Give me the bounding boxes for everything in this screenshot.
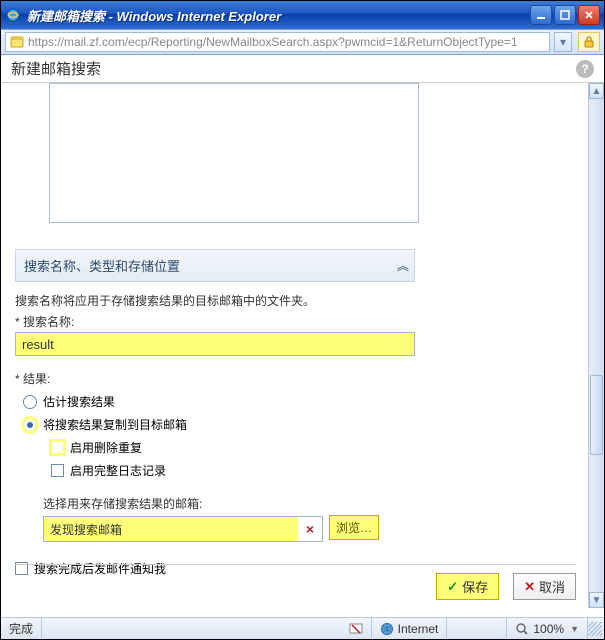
close-button[interactable]	[578, 5, 600, 25]
radio-estimate[interactable]	[23, 395, 37, 409]
checkbox-fulllog-label: 启用完整日志记录	[70, 462, 166, 479]
cross-icon: ✕	[524, 579, 535, 595]
checkbox-fulllog[interactable]	[51, 464, 64, 477]
collapse-icon: ︽	[397, 257, 406, 274]
radio-copy-label: 将搜索结果复制到目标邮箱	[43, 416, 187, 433]
target-mailbox-input[interactable]: 发现搜索邮箱 ×	[43, 516, 323, 542]
checkbox-dedup[interactable]	[51, 441, 64, 454]
site-favicon	[10, 35, 24, 49]
page-title: 新建邮箱搜索	[11, 58, 101, 79]
url-dropdown[interactable]: ▾	[554, 32, 572, 52]
window-titlebar: 新建邮箱搜索 - Windows Internet Explorer	[1, 1, 604, 29]
url-input[interactable]: https://mail.zf.com/ecp/Reporting/NewMai…	[5, 32, 550, 52]
radio-copy[interactable]	[23, 418, 37, 432]
result-label: * 结果:	[15, 370, 590, 387]
address-bar: https://mail.zf.com/ecp/Reporting/NewMai…	[1, 29, 604, 55]
content-area: 搜索名称、类型和存储位置 ︽ 搜索名称将应用于存储搜索结果的目标邮箱中的文件夹。…	[1, 83, 604, 608]
url-text: https://mail.zf.com/ecp/Reporting/NewMai…	[28, 35, 518, 49]
lock-icon[interactable]	[578, 32, 600, 52]
status-bar: 完成 Internet 100% ▼	[1, 617, 604, 639]
status-popupblocker-icon[interactable]	[341, 618, 372, 639]
search-name-value: result	[22, 337, 54, 352]
globe-icon	[380, 622, 394, 636]
section-header[interactable]: 搜索名称、类型和存储位置 ︽	[15, 249, 415, 282]
section-description: 搜索名称将应用于存储搜索结果的目标邮箱中的文件夹。	[15, 292, 590, 309]
section-header-label: 搜索名称、类型和存储位置	[24, 256, 180, 275]
status-zone[interactable]: Internet	[372, 618, 448, 639]
page-header: 新建邮箱搜索 ?	[1, 55, 604, 83]
ie-icon	[5, 7, 21, 23]
vertical-scrollbar[interactable]: ▲ ▼	[588, 83, 604, 608]
check-icon: ✓	[447, 579, 458, 595]
status-zone-label: Internet	[398, 622, 439, 636]
search-name-label: * 搜索名称:	[15, 313, 590, 330]
status-protected-mode	[447, 618, 507, 639]
browse-button[interactable]: 浏览…	[329, 515, 379, 540]
target-mailbox-value: 发现搜索邮箱	[44, 521, 298, 538]
minimize-button[interactable]	[530, 5, 552, 25]
clear-target-button[interactable]: ×	[298, 517, 322, 541]
help-icon[interactable]: ?	[576, 60, 594, 78]
save-button-label: 保存	[462, 577, 488, 596]
maximize-button[interactable]	[554, 5, 576, 25]
save-button[interactable]: ✓ 保存	[436, 573, 499, 600]
scroll-down-button[interactable]: ▼	[589, 592, 604, 608]
resize-grip[interactable]	[588, 622, 602, 636]
scroll-up-button[interactable]: ▲	[589, 83, 604, 99]
preview-box	[49, 83, 419, 223]
dialog-footer: ✓ 保存 ✕ 取消	[15, 564, 576, 600]
zoom-dropdown-icon[interactable]: ▼	[570, 624, 579, 634]
zoom-icon	[515, 622, 529, 636]
cancel-button-label: 取消	[539, 577, 565, 596]
status-done: 完成	[1, 618, 42, 639]
scroll-thumb[interactable]	[590, 375, 603, 455]
target-mailbox-label: 选择用来存储搜索结果的邮箱:	[43, 495, 590, 512]
cancel-button[interactable]: ✕ 取消	[513, 573, 576, 600]
status-zoom[interactable]: 100% ▼	[507, 618, 588, 639]
search-name-input[interactable]: result	[15, 332, 415, 356]
status-zoom-value: 100%	[533, 622, 564, 636]
window-title: 新建邮箱搜索 - Windows Internet Explorer	[27, 6, 530, 25]
radio-estimate-label: 估计搜索结果	[43, 393, 115, 410]
scroll-track[interactable]	[589, 99, 604, 592]
checkbox-dedup-label: 启用删除重复	[70, 439, 142, 456]
